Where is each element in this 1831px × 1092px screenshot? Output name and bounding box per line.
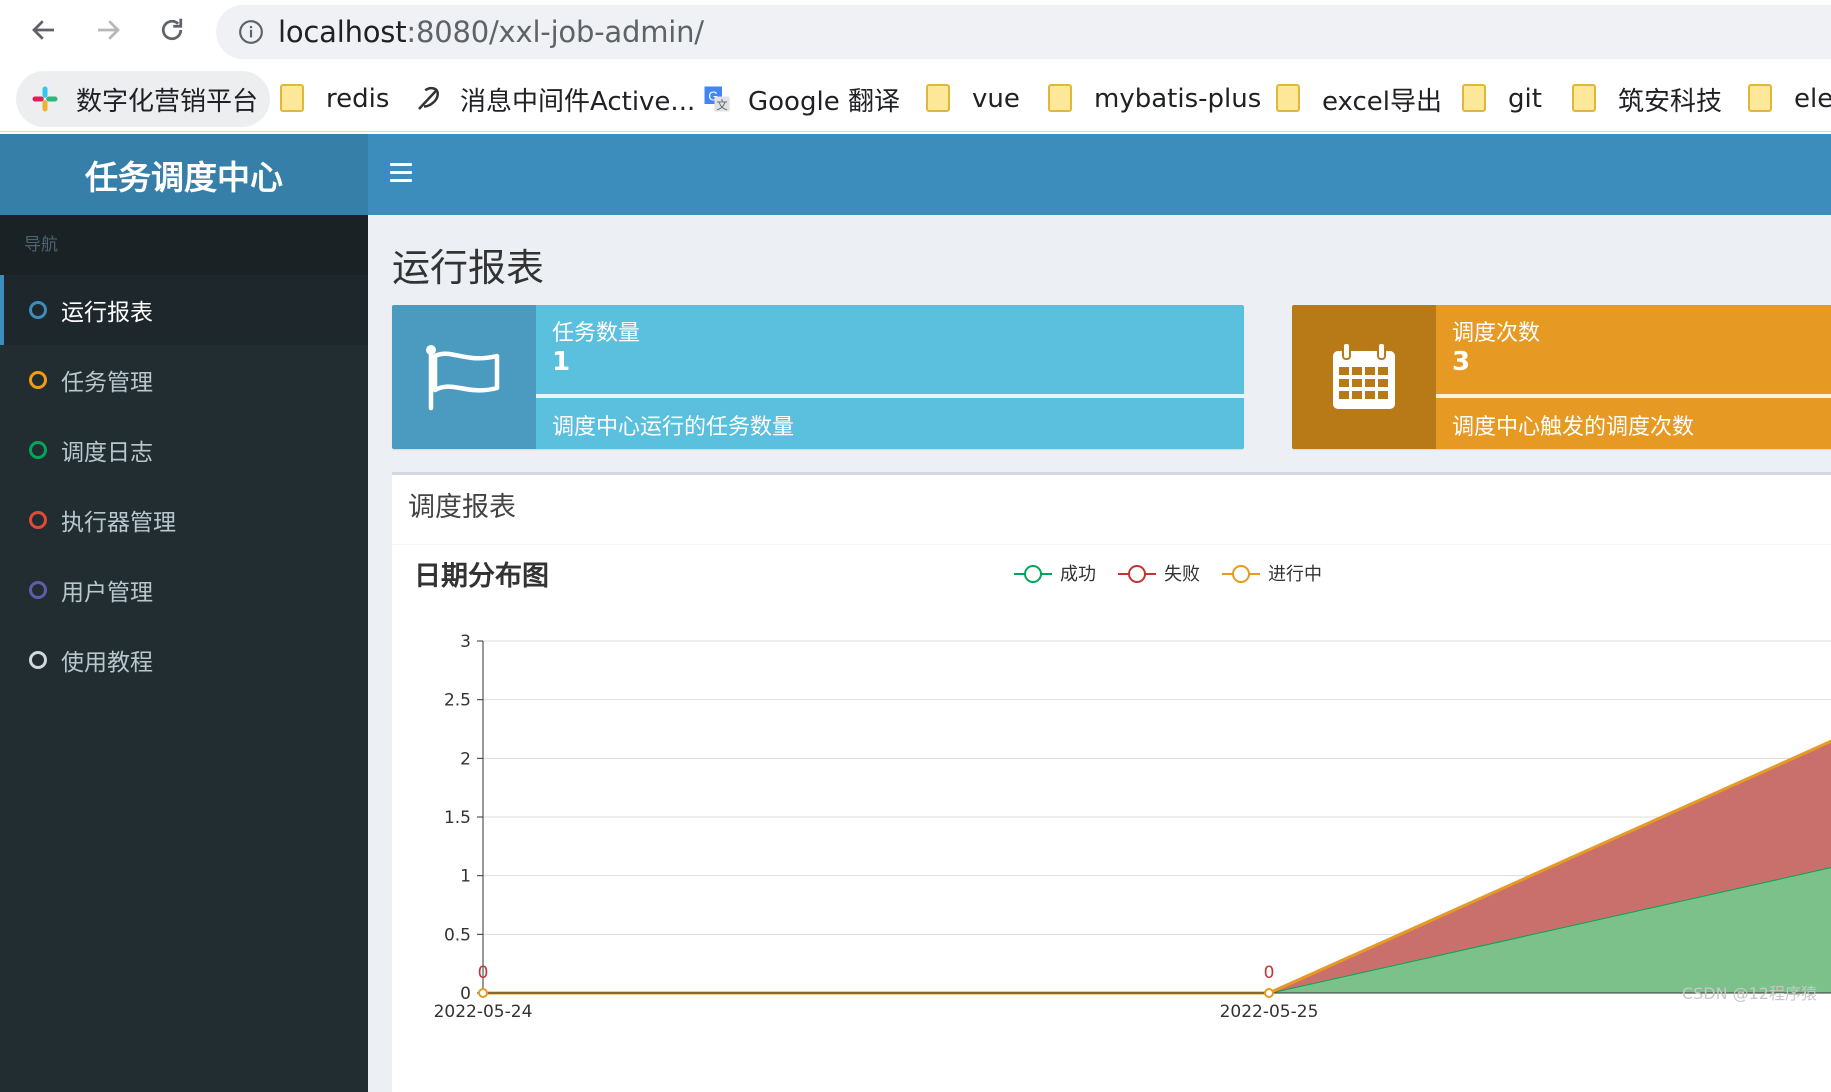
circle-icon <box>29 371 47 389</box>
folder-icon <box>280 84 304 112</box>
url-text: localhost:8080/xxl-job-admin/ <box>278 15 704 49</box>
bookmark-item[interactable]: mybatis-plus <box>1048 71 1261 127</box>
reload-button[interactable] <box>154 12 190 48</box>
forward-button[interactable] <box>90 12 126 48</box>
legend-marker <box>1128 565 1146 583</box>
sidebar: 导航 运行报表任务管理调度日志执行器管理用户管理使用教程 <box>0 215 368 1092</box>
chart-title: 日期分布图 <box>414 561 549 592</box>
sidebar-item-label: 任务管理 <box>61 370 153 396</box>
folder-icon <box>1048 84 1072 112</box>
sidebar-toggle-icon[interactable] <box>390 163 412 183</box>
folder-icon <box>1276 84 1300 112</box>
google-translate-icon: G文 <box>704 86 730 112</box>
legend-marker <box>1024 565 1042 583</box>
info-icon[interactable] <box>238 19 264 45</box>
data-label: 0 <box>478 963 489 983</box>
sidebar-item[interactable]: 调度日志 <box>0 415 368 485</box>
sidebar-item[interactable]: 执行器管理 <box>0 485 368 555</box>
app-root: 任务调度中心 导航 运行报表任务管理调度日志执行器管理用户管理使用教程 运行报表… <box>0 134 1831 1092</box>
bookmark-item[interactable]: vue <box>926 71 1020 127</box>
trigger-count-card: 调度次数 3 调度中心触发的调度次数 <box>1292 305 1831 449</box>
circle-icon <box>29 441 47 459</box>
sidebar-header: 导航 <box>0 215 368 275</box>
main-content: 运行报表 任务数量 1 调度中心运行的任务数量 调度次数 3 调度中心触发的调度… <box>368 215 1831 1092</box>
x-tick-label: 2022-05-25 <box>1220 1002 1319 1022</box>
bookmark-item[interactable]: ele <box>1748 71 1831 127</box>
bookmark-item[interactable]: 消息中间件Active... <box>414 71 695 127</box>
y-tick-label: 2 <box>460 749 471 769</box>
bookmark-item[interactable]: git <box>1462 71 1542 127</box>
y-tick-label: 3 <box>460 632 471 652</box>
y-tick-label: 2.5 <box>444 691 471 711</box>
slack-icon <box>32 86 58 112</box>
circle-icon <box>29 651 47 669</box>
x-tick-label: 2022-05-24 <box>434 1002 533 1022</box>
app-logo[interactable]: 任务调度中心 <box>0 134 368 215</box>
bookmark-item[interactable]: redis <box>280 71 389 127</box>
report-panel: 调度报表 日期分布图 成功 失败 进行中 0 0.5 1 1.5 2 2.5 3 0 0 2022-05-… <box>392 472 1831 1092</box>
report-title: 调度报表 <box>392 475 1831 545</box>
sidebar-item[interactable]: 使用教程 <box>0 625 368 695</box>
y-tick-label: 1 <box>460 867 471 887</box>
legend-label: 成功 <box>1060 564 1096 585</box>
legend-label: 进行中 <box>1268 564 1322 585</box>
legend-marker <box>1232 565 1250 583</box>
sidebar-item-label: 执行器管理 <box>61 510 176 536</box>
folder-icon <box>1572 84 1596 112</box>
address-bar[interactable]: localhost:8080/xxl-job-admin/ <box>216 5 1831 59</box>
job-count-progress <box>536 394 1244 398</box>
arrow-left-icon <box>32 20 54 40</box>
bookmark-item[interactable]: G文 Google 翻译 <box>702 71 900 127</box>
browser-toolbar: localhost:8080/xxl-job-admin/ <box>0 0 1831 62</box>
trigger-count-value: 3 <box>1452 347 1471 377</box>
sidebar-item[interactable]: 运行报表 <box>0 275 368 345</box>
reload-icon <box>161 18 183 41</box>
back-button[interactable] <box>26 12 62 48</box>
trigger-count-progress <box>1436 394 1831 398</box>
trigger-count-title: 调度次数 <box>1452 321 1541 346</box>
svg-text:文: 文 <box>716 98 727 112</box>
sidebar-item-label: 使用教程 <box>61 650 153 676</box>
flag-icon <box>392 305 536 449</box>
bookmark-item[interactable]: 数字化营销平台 <box>16 71 271 127</box>
y-tick-label: 1.5 <box>444 808 471 828</box>
job-count-body: 任务数量 1 调度中心运行的任务数量 <box>536 305 1244 449</box>
data-point <box>1264 988 1274 998</box>
circle-icon <box>29 511 47 529</box>
sidebar-menu: 运行报表任务管理调度日志执行器管理用户管理使用教程 <box>0 275 368 695</box>
trigger-count-body: 调度次数 3 调度中心触发的调度次数 <box>1436 305 1831 449</box>
folder-icon <box>1748 84 1772 112</box>
bookmarks-bar: 数字化营销平台 redis 消息中间件Active... G文 Google 翻… <box>0 66 1831 132</box>
circle-icon <box>29 301 47 319</box>
job-count-desc: 调度中心运行的任务数量 <box>552 415 795 440</box>
folder-icon <box>1462 84 1486 112</box>
sidebar-item-label: 运行报表 <box>61 300 153 326</box>
bookmark-item[interactable]: 筑安科技 <box>1572 71 1722 127</box>
page-title: 运行报表 <box>392 246 545 290</box>
bookmark-item[interactable]: excel导出 <box>1276 71 1442 127</box>
top-navbar <box>368 134 1831 215</box>
data-label: 0 <box>1264 963 1275 983</box>
job-count-value: 1 <box>552 347 571 377</box>
job-count-card: 任务数量 1 调度中心运行的任务数量 <box>392 305 1244 449</box>
sidebar-item[interactable]: 任务管理 <box>0 345 368 415</box>
sidebar-item-label: 调度日志 <box>61 440 153 466</box>
watermark-text: CSDN @12程序猿 <box>1682 984 1817 1003</box>
job-count-title: 任务数量 <box>552 321 641 346</box>
y-tick-label: 0.5 <box>444 925 471 945</box>
feather-icon <box>418 86 440 110</box>
sidebar-item[interactable]: 用户管理 <box>0 555 368 625</box>
folder-icon <box>926 84 950 112</box>
date-distribution-chart: 日期分布图 成功 失败 进行中 0 0.5 1 1.5 2 2.5 3 0 0 2022-05-24 202… <box>392 545 1831 1092</box>
trigger-count-desc: 调度中心触发的调度次数 <box>1452 415 1695 440</box>
arrow-right-icon <box>98 20 120 40</box>
calendar-icon <box>1292 305 1436 449</box>
legend-label: 失败 <box>1164 564 1200 585</box>
chart-svg: 日期分布图 成功 失败 进行中00.511.522.530 02022-05-24 202… <box>414 561 1831 1022</box>
circle-icon <box>29 581 47 599</box>
y-tick-label: 0 <box>460 984 471 1004</box>
sidebar-item-label: 用户管理 <box>61 580 153 606</box>
data-point <box>478 988 488 998</box>
